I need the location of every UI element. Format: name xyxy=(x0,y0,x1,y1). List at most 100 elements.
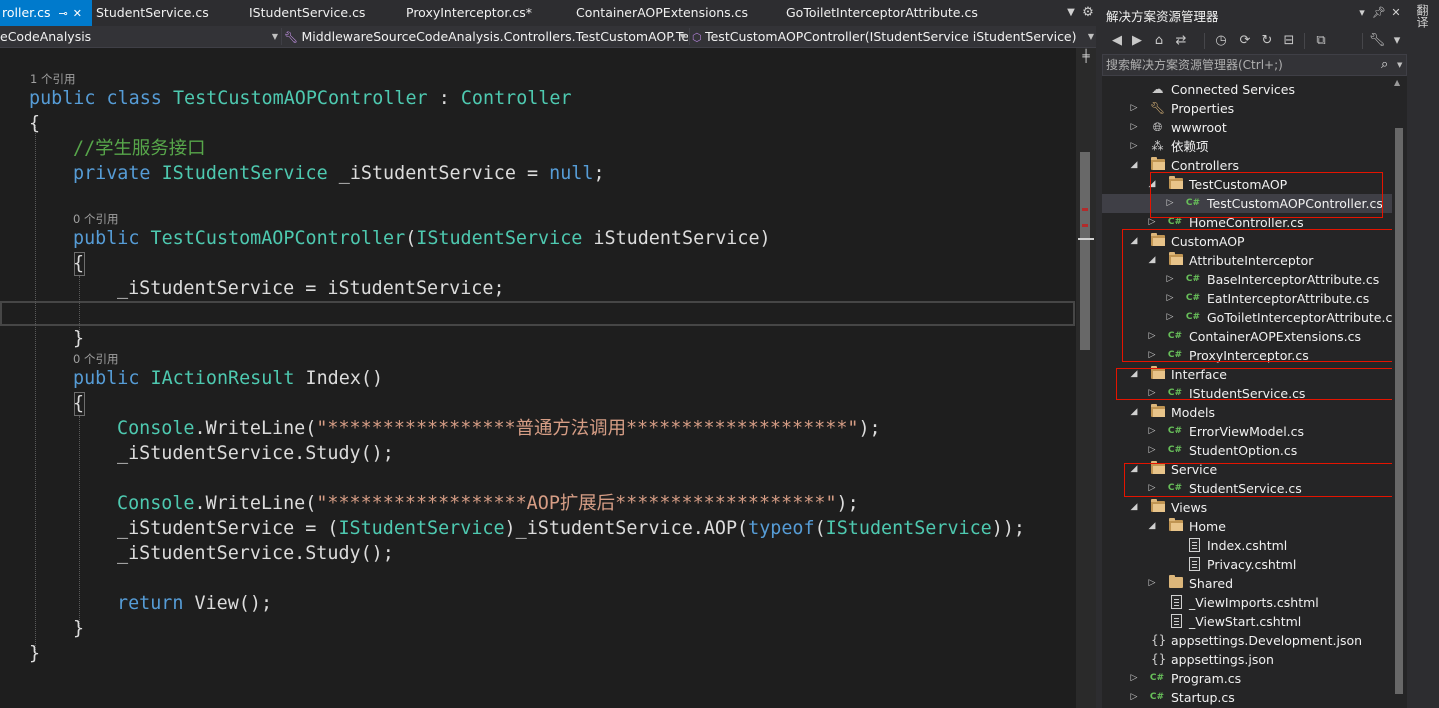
code-line: Console.WriteLine("*****************普通方法… xyxy=(117,418,881,439)
razor-file-icon xyxy=(1171,614,1182,628)
tree-item-label: Shared xyxy=(1189,576,1234,591)
code-line: } xyxy=(29,643,41,664)
tree-item-appsettings[interactable]: {} appsettings.json xyxy=(1102,650,1392,669)
collapse-icon[interactable]: ◢ xyxy=(1129,498,1139,517)
switch-views-icon[interactable]: ⇄ xyxy=(1172,32,1190,50)
search-input[interactable] xyxy=(1106,57,1376,73)
expand-icon[interactable]: ▷ xyxy=(1129,669,1139,688)
search-icon[interactable]: ⌕ xyxy=(1381,56,1395,74)
refresh-icon[interactable]: ↻ xyxy=(1258,32,1276,50)
tab-containeraopextensions[interactable]: ContainerAOPExtensions.cs xyxy=(576,0,771,26)
chevron-down-icon: ▼ xyxy=(679,32,686,41)
code-line: return View(); xyxy=(117,593,273,614)
tree-item-models[interactable]: ◢ Models xyxy=(1102,403,1392,422)
scroll-up-icon[interactable]: ▲ xyxy=(1394,78,1400,87)
code-line: _iStudentService.Study(); xyxy=(117,543,394,564)
expand-icon[interactable]: ▷ xyxy=(1129,137,1139,156)
tree-item-errorviewmodel[interactable]: ▷ C# ErrorViewModel.cs xyxy=(1102,422,1392,441)
tree-item-wwwroot[interactable]: ▷ 🌐︎ wwwroot xyxy=(1102,118,1392,137)
properties-icon: 🔧︎ xyxy=(1150,101,1166,115)
tree-item-viewimports[interactable]: _ViewImports.cshtml xyxy=(1102,593,1392,612)
tab-studentservice[interactable]: StudentService.cs xyxy=(96,0,236,26)
tree-item-label: 依赖项 xyxy=(1171,139,1209,154)
solution-tree[interactable]: ☁ Connected Services ▷ 🔧︎ Properties ▷ 🌐… xyxy=(1102,76,1392,708)
tree-item-label: Models xyxy=(1171,405,1216,420)
dependencies-icon: ⁂ xyxy=(1151,139,1164,153)
codelens-references[interactable]: 0 个引用 xyxy=(73,351,118,367)
tree-item-home[interactable]: ◢ Home xyxy=(1102,517,1392,536)
solution-explorer-header: 解决方案资源管理器 ▾ 📌︎ ✕ xyxy=(1102,0,1407,28)
code-editor[interactable]: 1 个引用 public class TestCustomAOPControll… xyxy=(0,48,1076,708)
folder-open-icon xyxy=(1151,499,1165,512)
forward-icon[interactable]: ▶ xyxy=(1128,32,1146,50)
collapse-icon[interactable]: ◢ xyxy=(1147,517,1157,536)
tree-item-appsettings-development[interactable]: {} appsettings.Development.json xyxy=(1102,631,1392,650)
tree-item-index-cshtml[interactable]: Index.cshtml xyxy=(1102,536,1392,555)
highlight-box xyxy=(1124,463,1392,497)
codelens-references[interactable]: 1 个引用 xyxy=(30,71,75,87)
tab-list-dropdown-icon[interactable]: ▼ xyxy=(1064,0,1078,26)
chevron-down-icon[interactable]: ▼ xyxy=(1397,56,1405,74)
tree-item-views[interactable]: ◢ Views xyxy=(1102,498,1392,517)
back-icon[interactable]: ◀ xyxy=(1108,32,1126,50)
collapse-all-icon[interactable]: ⊟ xyxy=(1280,32,1298,50)
project-dropdown[interactable]: eCodeAnalysis ▼ xyxy=(0,26,280,47)
side-tab-translate[interactable]: 翻译 xyxy=(1415,4,1431,28)
gear-icon[interactable]: ⚙ xyxy=(1080,0,1096,26)
csharp-file-icon: C# xyxy=(1167,445,1183,455)
code-line: } xyxy=(73,328,85,349)
csharp-file-icon: C# xyxy=(1167,426,1183,436)
csharp-file-icon: C# xyxy=(1149,673,1165,683)
scrollbar-thumb[interactable] xyxy=(1395,128,1403,694)
pin-icon[interactable]: 📌︎ xyxy=(1372,5,1386,21)
code-line: public IActionResult Index() xyxy=(73,368,384,389)
expand-icon[interactable]: ▷ xyxy=(1129,118,1139,137)
close-icon[interactable]: ✕ xyxy=(1389,5,1403,21)
code-line: { xyxy=(29,113,41,134)
history-icon[interactable]: ◷ xyxy=(1212,32,1230,50)
tab-testcustomaopcontroller[interactable]: roller.cs ⊸ ✕ xyxy=(0,0,92,26)
tree-item-dependencies[interactable]: ▷ ⁂ 依赖项 xyxy=(1102,137,1392,156)
expand-icon[interactable]: ▷ xyxy=(1147,574,1157,593)
tree-item-startup[interactable]: ▷ C# Startup.cs xyxy=(1102,688,1392,707)
expand-icon[interactable]: ▷ xyxy=(1129,99,1139,118)
tree-item-privacy-cshtml[interactable]: Privacy.cshtml xyxy=(1102,555,1392,574)
home-icon[interactable]: ⌂ xyxy=(1150,32,1168,50)
editor-scrollbar[interactable]: ╪ xyxy=(1076,48,1096,708)
split-window-icon[interactable]: ╪ xyxy=(1080,48,1092,64)
divider xyxy=(1304,33,1305,49)
show-all-files-icon[interactable]: ⧉ xyxy=(1312,32,1330,50)
chevron-down-icon[interactable]: ▾ xyxy=(1355,5,1369,21)
solution-explorer-scrollbar[interactable]: ▲ xyxy=(1392,76,1406,708)
scrollbar-thumb[interactable] xyxy=(1080,152,1090,350)
chevron-down-icon[interactable]: ▾ xyxy=(1388,32,1406,50)
expand-icon[interactable]: ▷ xyxy=(1147,422,1157,441)
expand-icon[interactable]: ▷ xyxy=(1129,688,1139,707)
highlight-box xyxy=(1150,172,1383,218)
tree-item-shared[interactable]: ▷ Shared xyxy=(1102,574,1392,593)
connected-services-icon: ☁ xyxy=(1151,82,1164,96)
collapse-icon[interactable]: ◢ xyxy=(1129,156,1139,175)
pin-icon[interactable]: ⊸ xyxy=(59,7,68,20)
class-dropdown[interactable]: 🔧︎ MiddlewareSourceCodeAnalysis.Controll… xyxy=(284,26,688,47)
tab-proxyinterceptor[interactable]: ProxyInterceptor.cs* xyxy=(406,0,556,26)
tree-item-label: ErrorViewModel.cs xyxy=(1189,424,1305,439)
folder-open-icon xyxy=(1169,518,1183,531)
tree-item-properties[interactable]: ▷ 🔧︎ Properties xyxy=(1102,99,1392,118)
tree-item-label: StudentOption.cs xyxy=(1189,443,1298,458)
tab-istudentservice[interactable]: IStudentService.cs xyxy=(249,0,389,26)
tab-gotoiletinterceptorattribute[interactable]: GoToiletInterceptorAttribute.cs xyxy=(786,0,1001,26)
tree-item-program[interactable]: ▷ C# Program.cs xyxy=(1102,669,1392,688)
collapse-icon[interactable]: ◢ xyxy=(1129,403,1139,422)
codelens-references[interactable]: 0 个引用 xyxy=(73,211,118,227)
tree-item-viewstart[interactable]: _ViewStart.cshtml xyxy=(1102,612,1392,631)
tree-item-studentoption[interactable]: ▷ C# StudentOption.cs xyxy=(1102,441,1392,460)
tree-item-connected-services[interactable]: ☁ Connected Services xyxy=(1102,80,1392,99)
member-dropdown[interactable]: ⬡ TestCustomAOPController(IStudentServic… xyxy=(692,26,1096,47)
properties-wrench-icon[interactable]: 🔧︎ xyxy=(1368,32,1386,50)
close-icon[interactable]: ✕ xyxy=(73,7,82,20)
sync-icon[interactable]: ⟳ xyxy=(1236,32,1254,50)
method-icon: ⬡ xyxy=(692,31,706,44)
solution-explorer-search[interactable]: ⌕ ▼ xyxy=(1102,54,1407,76)
expand-icon[interactable]: ▷ xyxy=(1147,441,1157,460)
